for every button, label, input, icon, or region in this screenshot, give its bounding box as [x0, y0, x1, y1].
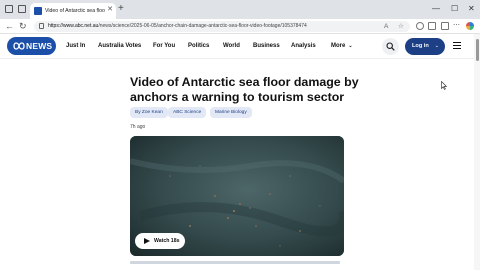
search-icon — [386, 42, 395, 51]
back-button[interactable]: ← — [5, 20, 14, 33]
article-headline: Video of Antarctic sea floor damage by a… — [130, 75, 359, 104]
hamburger-menu-icon[interactable] — [453, 42, 461, 50]
scrollbar-thumb[interactable] — [475, 39, 479, 61]
topic-tag-marine-biology[interactable]: Marine Biology — [210, 107, 252, 118]
article-video[interactable]: Watch 18s — [130, 136, 344, 256]
nav-analysis[interactable]: Analysis — [291, 34, 316, 58]
browser-tab-bar: Video of Antarctic sea floor dam ✕ + — ☐… — [0, 0, 480, 19]
author-tag[interactable]: By Zoe Kean — [130, 107, 168, 118]
abc-lissajous-icon — [13, 42, 25, 50]
menu-dots-icon[interactable]: ⋯ — [453, 22, 461, 30]
video-caption — [130, 261, 340, 264]
play-icon — [144, 237, 150, 244]
new-tab-button[interactable]: + — [118, 3, 124, 15]
logo-text: NEWS — [26, 41, 53, 51]
extension-icon[interactable] — [416, 22, 424, 30]
nav-for-you[interactable]: For You — [153, 34, 175, 58]
tab-title: Video of Antarctic sea floor dam — [45, 8, 105, 14]
login-chevron-icon: ⌄ — [434, 43, 439, 49]
browser-tab-active[interactable]: Video of Antarctic sea floor dam ✕ — [30, 3, 116, 19]
watch-video-button[interactable]: Watch 18s — [135, 233, 185, 249]
site-header: NEWS Just In Australia Votes For You Pol… — [0, 34, 480, 59]
nav-more[interactable]: More ⌄ — [331, 34, 353, 58]
watch-video-label: Watch 18s — [154, 238, 180, 244]
workspaces-icon[interactable] — [5, 5, 13, 13]
reload-button[interactable]: ↻ — [19, 20, 27, 33]
split-screen-icon[interactable] — [428, 22, 436, 30]
browser-toolbar: ← ↻ https://www.abc.net.au/news/science/… — [0, 19, 480, 34]
tab-actions-icon[interactable] — [18, 5, 26, 13]
nav-just-in[interactable]: Just In — [66, 34, 85, 58]
login-button[interactable]: Log in ⌄ — [405, 38, 445, 55]
abc-news-logo[interactable]: NEWS — [7, 37, 56, 55]
collections-icon[interactable] — [441, 22, 449, 30]
published-time: 7h ago — [130, 124, 146, 130]
address-url: https://www.abc.net.au/news/science/2025… — [48, 23, 307, 29]
read-aloud-icon[interactable]: A — [384, 21, 388, 32]
lock-icon — [39, 23, 44, 29]
nav-australia-votes[interactable]: Australia Votes — [98, 34, 141, 58]
mouse-cursor-icon — [441, 81, 447, 90]
page-scrollbar[interactable] — [474, 34, 480, 270]
nav-world[interactable]: World — [223, 34, 240, 58]
minimize-button[interactable]: — — [432, 3, 440, 15]
login-label: Log in — [412, 43, 429, 49]
abc-favicon-icon — [34, 7, 42, 15]
copilot-icon[interactable] — [466, 22, 474, 30]
maximize-button[interactable]: ☐ — [451, 3, 458, 15]
close-window-button[interactable]: ✕ — [468, 3, 475, 15]
chevron-down-icon: ⌄ — [348, 43, 353, 49]
favorite-star-icon[interactable]: ☆ — [398, 21, 404, 32]
nav-politics[interactable]: Politics — [188, 34, 209, 58]
topic-tag-abc-science[interactable]: ABC Science — [168, 107, 207, 118]
address-bar[interactable]: https://www.abc.net.au/news/science/2025… — [34, 21, 410, 32]
tab-close-icon[interactable]: ✕ — [107, 5, 113, 15]
nav-more-label: More — [331, 43, 346, 49]
nav-business[interactable]: Business — [253, 34, 280, 58]
search-button[interactable] — [382, 38, 399, 55]
